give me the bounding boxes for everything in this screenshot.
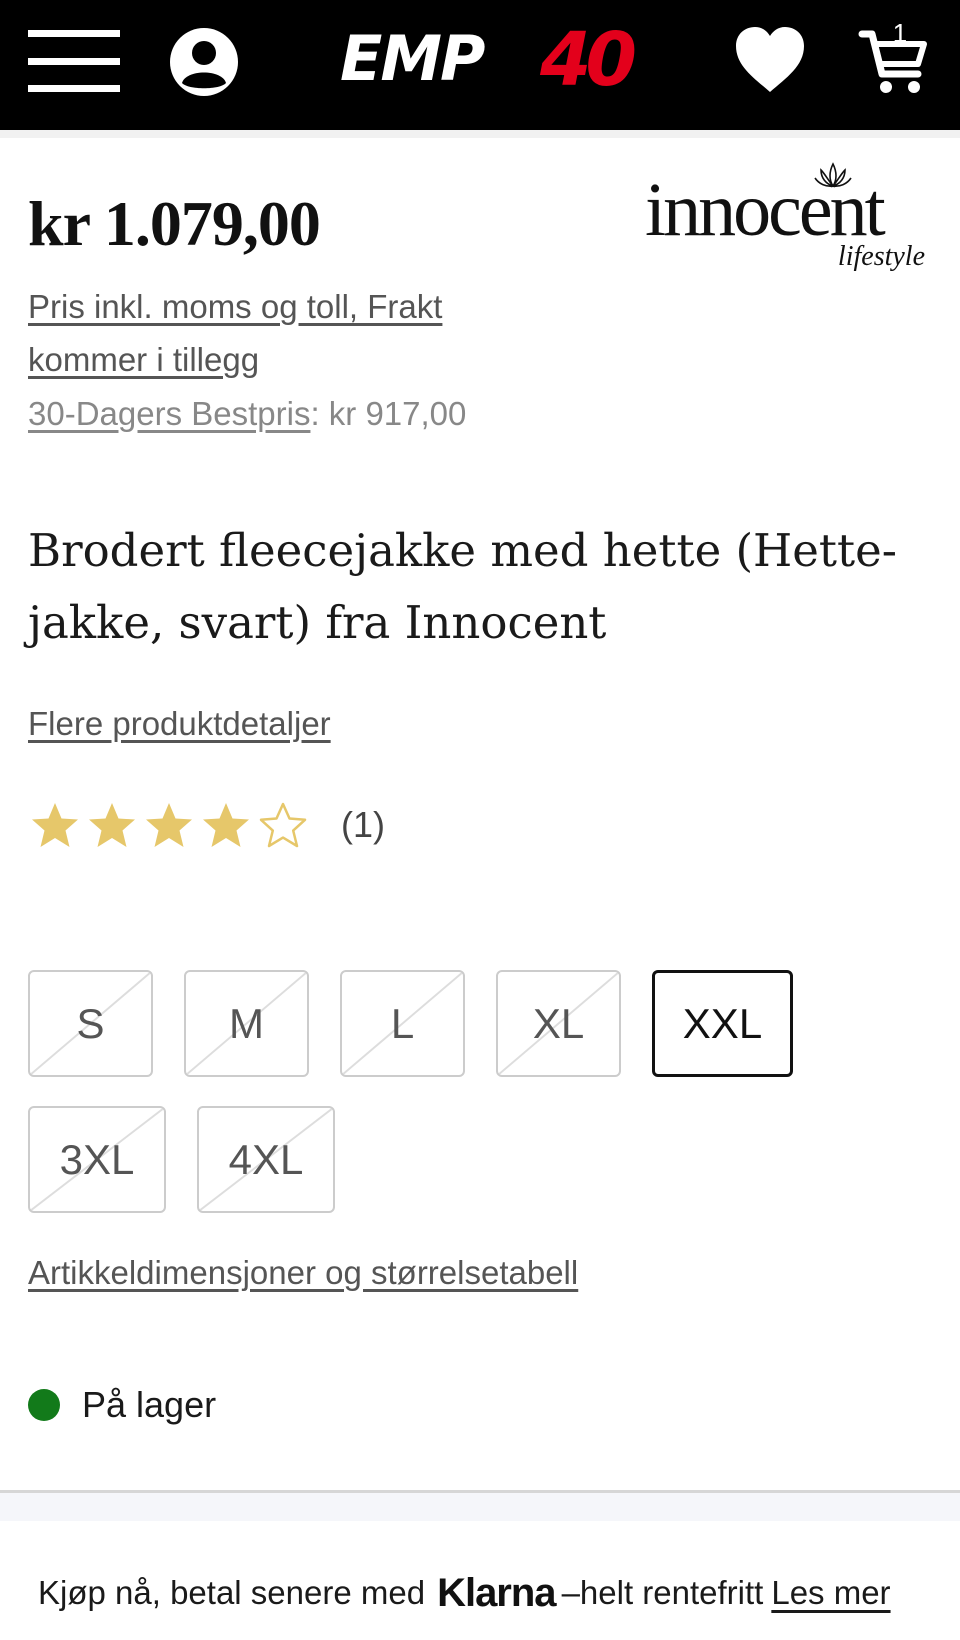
brand-logo[interactable]: innocent lifestyle	[645, 160, 935, 280]
size-label: S	[76, 999, 105, 1047]
best-price-value: : kr 917,00	[310, 395, 467, 432]
size-option-3xl[interactable]: 3XL	[28, 1106, 166, 1213]
best-price-row: 30-Dagers Bestpris: kr 917,00	[28, 392, 466, 436]
star-filled-icon	[32, 803, 78, 847]
site-logo[interactable]: EMP 40	[340, 18, 637, 102]
klarna-suffix: –helt rentefritt	[561, 1574, 764, 1611]
star-empty-icon	[259, 802, 307, 848]
brand-subtitle: lifestyle	[837, 241, 925, 272]
size-chart-link[interactable]: Artikkeldimensjoner og størrelsetabell	[28, 1251, 578, 1295]
size-option-xxl[interactable]: XXL	[652, 970, 793, 1077]
section-gap	[0, 1493, 960, 1521]
size-label: XL	[532, 999, 585, 1047]
klarna-banner: Kjøp nå, betal senere med Klarna –helt r…	[38, 1570, 891, 1616]
klarna-logo: Klarna	[437, 1570, 556, 1615]
klarna-prefix: Kjøp nå, betal senere med	[38, 1574, 426, 1611]
cart-count-badge: 1	[892, 18, 908, 48]
menu-icon[interactable]	[28, 30, 120, 92]
tax-shipping-info-link[interactable]: Pris inkl. moms og toll, Frakt kommer i …	[28, 280, 488, 386]
star-filled-icon	[89, 803, 135, 847]
star-filled-icon	[146, 803, 192, 847]
more-product-details-link[interactable]: Flere produktdetaljer	[28, 702, 331, 746]
logo-text: EMP	[340, 22, 485, 95]
product-title: Brodert fleecejakke med hette (Hette-jak…	[28, 524, 897, 649]
star-filled-icon	[203, 803, 249, 847]
rating-count: (1)	[341, 804, 385, 845]
size-label: L	[390, 999, 415, 1047]
size-option-4xl[interactable]: 4XL	[197, 1106, 335, 1213]
best-price-link[interactable]: 30-Dagers Bestpris	[28, 395, 310, 432]
top-navigation-bar: EMP 40 1	[0, 0, 960, 130]
stock-status-text: På lager	[82, 1384, 217, 1425]
klarna-read-more-link[interactable]: Les mer	[771, 1574, 890, 1612]
product-price: kr 1.079,00	[28, 188, 321, 259]
size-label: M	[229, 999, 264, 1047]
brand-name: innocent	[645, 168, 886, 252]
header-shadow	[0, 130, 960, 138]
size-option-l[interactable]: L	[340, 970, 465, 1077]
logo-anniversary-number: 40	[540, 17, 637, 103]
wishlist-heart-icon[interactable]	[732, 24, 808, 96]
cart-icon[interactable]: 1	[858, 18, 930, 98]
size-label: 3XL	[59, 1135, 135, 1183]
size-option-xl[interactable]: XL	[496, 970, 621, 1077]
product-rating[interactable]: (1)	[30, 795, 385, 855]
size-label: 4XL	[228, 1135, 304, 1183]
stock-status: På lager	[28, 1383, 216, 1427]
size-option-m[interactable]: M	[184, 970, 309, 1077]
in-stock-dot-icon	[28, 1389, 60, 1421]
account-icon[interactable]	[168, 26, 240, 98]
size-label: XXL	[682, 999, 763, 1047]
size-option-s[interactable]: S	[28, 970, 153, 1077]
